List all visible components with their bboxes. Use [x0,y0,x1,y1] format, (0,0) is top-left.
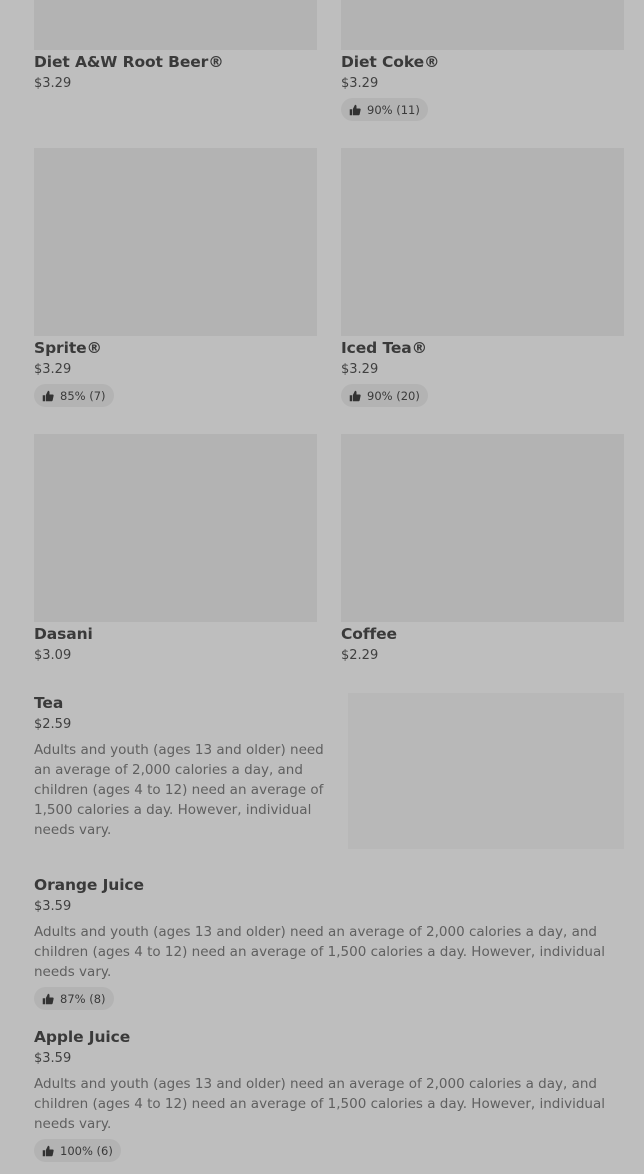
item-name: Coffee [341,625,397,643]
thumbs-up-icon [42,390,54,401]
item-price: $2.29 [341,648,379,663]
item-price: $3.59 [34,1051,72,1066]
menu-item-card[interactable]: Coffee $2.29 [341,434,624,665]
item-name: Sprite® [34,339,102,357]
rating-badge: 90% (11) [341,98,428,121]
rating-badge: 87% (8) [34,987,114,1010]
menu-item-row[interactable]: Apple Juice $3.59 Adults and youth (ages… [34,1025,610,1162]
item-description: Adults and youth (ages 13 and older) nee… [34,1076,605,1132]
item-price: $3.29 [341,76,379,91]
menu-item-card[interactable]: Iced Tea® $3.29 90% (20) [341,148,624,407]
thumbs-up-icon [42,993,54,1004]
item-image [341,148,624,336]
rating-badge: 85% (7) [34,384,114,407]
rating-text: 90% (20) [367,388,420,403]
item-price: $3.59 [34,899,72,914]
menu-item-card[interactable]: Diet Coke® $3.29 90% (11) [341,0,624,121]
rating-text: 85% (7) [60,388,106,403]
item-image [341,434,624,622]
thumbs-up-icon [349,390,361,401]
item-price: $3.09 [34,648,72,663]
item-image [34,148,317,336]
item-name: Apple Juice [34,1028,131,1046]
thumbs-up-icon [42,1145,54,1156]
item-name: Iced Tea® [341,339,428,357]
item-name: Diet Coke® [341,53,440,71]
menu-item-card[interactable]: Diet A&W Root Beer® $3.29 [34,0,317,93]
thumbs-up-icon [349,104,361,115]
menu-item-card[interactable]: Sprite® $3.29 85% (7) [34,148,317,407]
menu-item-card[interactable]: Dasani $3.09 [34,434,317,665]
item-description: Adults and youth (ages 13 and older) nee… [34,924,605,980]
menu-item-row[interactable]: Orange Juice $3.59 Adults and youth (age… [34,873,610,1010]
rating-text: 90% (11) [367,102,420,117]
rating-text: 87% (8) [60,991,106,1006]
rating-badge: 90% (20) [341,384,428,407]
rating-text: 100% (6) [60,1143,113,1158]
item-description: Adults and youth (ages 13 and older) nee… [34,742,324,838]
item-price: $3.29 [341,362,379,377]
item-price: $3.29 [34,362,72,377]
item-price: $3.29 [34,76,72,91]
item-image [341,0,624,50]
item-image [34,434,317,622]
item-name: Orange Juice [34,876,144,894]
item-name: Diet A&W Root Beer® [34,53,224,71]
item-image [34,0,317,50]
rating-badge: 100% (6) [34,1139,121,1162]
item-name: Dasani [34,625,93,643]
item-image [348,693,624,849]
